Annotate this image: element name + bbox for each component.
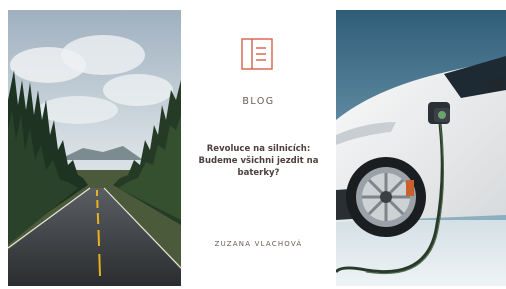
blog-card[interactable]: BLOG Revoluce na silnicích: Budeme všich… (0, 0, 506, 289)
electric-car-charging-photo (336, 10, 506, 286)
document-list-icon (241, 38, 273, 70)
category-label: BLOG (242, 96, 275, 107)
author-name: ZUZANA VLACHOVÁ (214, 240, 303, 248)
article-headline[interactable]: Revoluce na silnicích: Budeme všichni je… (196, 143, 321, 179)
forest-road-photo (8, 10, 181, 286)
